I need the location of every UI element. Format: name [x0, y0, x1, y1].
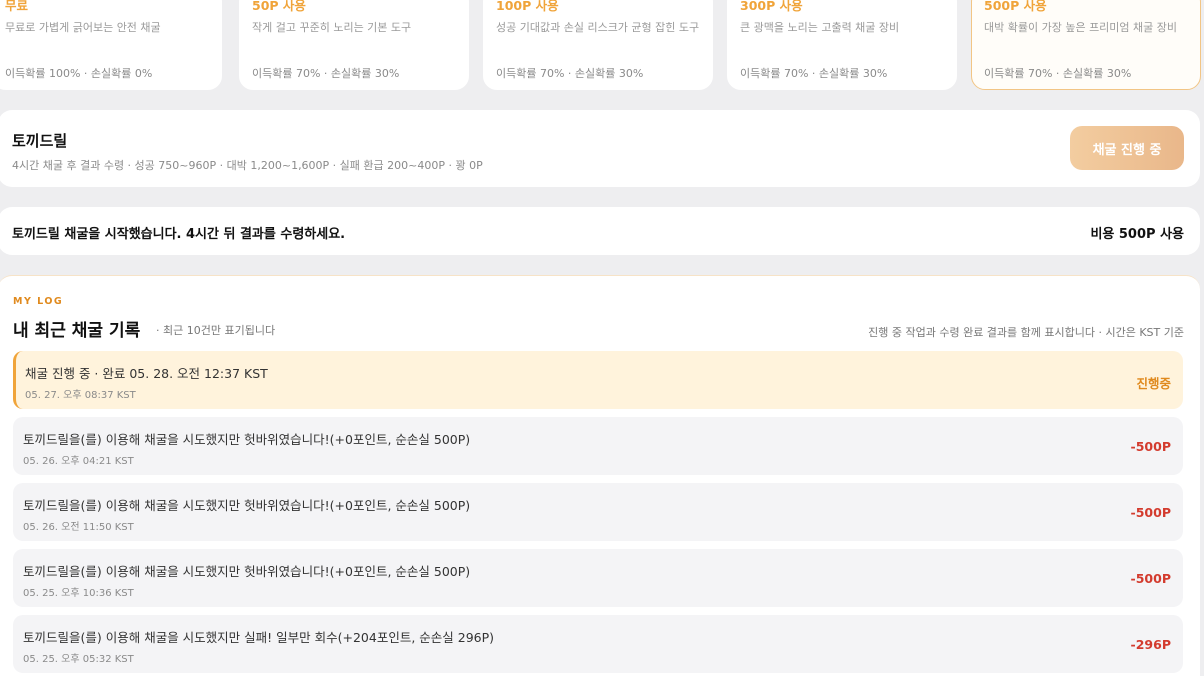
log-list: 채굴 진행 중 · 완료 05. 28. 오전 12:37 KST 05. 27… — [13, 351, 1183, 676]
log-row-amount: -500P — [1130, 439, 1171, 454]
notice-message: 토끼드릴 채굴을 시작했습니다. 4시간 뒤 결과를 수령하세요. — [12, 227, 346, 242]
log-row: 토끼드릴을(를) 이용해 채굴을 시도했지만 헛바위였습니다!(+0포인트, 순… — [13, 417, 1183, 475]
drill-info: 4시간 채굴 후 결과 수령 · 성공 750~960P · 대박 1,200~… — [12, 159, 483, 172]
tool-price: 500P 사용 — [984, 0, 1047, 13]
tool-card-free[interactable]: 무료 무료로 가볍게 긁어보는 안전 채굴 이득확률 100% · 손실확률 0… — [0, 0, 222, 90]
tool-probability: 이득확률 70% · 손실확률 30% — [496, 67, 644, 80]
tool-card-300p[interactable]: 300P 사용 큰 광맥을 노리는 고출력 채굴 장비 이득확률 70% · 손… — [727, 0, 957, 90]
log-row-time: 05. 27. 오후 08:37 KST — [25, 390, 136, 401]
tool-price: 50P 사용 — [252, 0, 306, 13]
tool-probability: 이득확률 100% · 손실확률 0% — [5, 67, 153, 80]
tool-description: 큰 광맥을 노리는 고출력 채굴 장비 — [740, 21, 900, 34]
log-row-text: 토끼드릴을(를) 이용해 채굴을 시도했지만 실패! 일부만 회수(+204포인… — [23, 630, 495, 645]
log-row-time: 05. 25. 오후 05:32 KST — [23, 654, 134, 665]
log-row-time: 05. 26. 오전 11:50 KST — [23, 522, 134, 533]
tool-card-row: 무료 무료로 가볍게 긁어보는 안전 채굴 이득확률 100% · 손실확률 0… — [0, 0, 1204, 90]
log-subtitle: · 최근 10건만 표기됩니다 — [156, 324, 276, 337]
log-row-text: 토끼드릴을(를) 이용해 채굴을 시도했지만 헛바위였습니다!(+0포인트, 순… — [23, 432, 471, 447]
tool-description: 무료로 가볍게 긁어보는 안전 채굴 — [5, 21, 161, 34]
log-row-text: 토끼드릴을(를) 이용해 채굴을 시도했지만 헛바위였습니다!(+0포인트, 순… — [23, 498, 471, 513]
log-row-time: 05. 26. 오후 04:21 KST — [23, 456, 134, 467]
status-notice: 토끼드릴 채굴을 시작했습니다. 4시간 뒤 결과를 수령하세요. 비용 500… — [0, 207, 1200, 255]
tool-card-50p[interactable]: 50P 사용 작게 걸고 꾸준히 노리는 기본 도구 이득확률 70% · 손실… — [239, 0, 469, 90]
tool-description: 작게 걸고 꾸준히 노리는 기본 도구 — [252, 21, 412, 34]
tool-price: 무료 — [5, 0, 29, 13]
log-row: 채굴 진행 중 · 완료 05. 28. 오전 12:37 KST 05. 27… — [13, 351, 1183, 409]
log-eyebrow: MY LOG — [13, 296, 64, 307]
log-row: 토끼드릴을(를) 이용해 채굴을 시도했지만 헛바위였습니다!(+0포인트, 순… — [13, 483, 1183, 541]
log-row-status: 진행중 — [1136, 376, 1171, 391]
tool-price: 300P 사용 — [740, 0, 803, 13]
log-row-text: 토끼드릴을(를) 이용해 채굴을 시도했지만 헛바위였습니다!(+0포인트, 순… — [23, 564, 471, 579]
log-row: 토끼드릴을(를) 이용해 채굴을 시도했지만 헛바위였습니다!(+0포인트, 순… — [13, 549, 1183, 607]
mining-in-progress-button[interactable]: 채굴 진행 중 — [1070, 126, 1184, 170]
log-row: 토끼드릴을(를) 이용해 채굴을 시도했지만 실패! 일부만 회수(+204포인… — [13, 615, 1183, 673]
tool-price: 100P 사용 — [496, 0, 559, 13]
tool-description: 대박 확률이 가장 높은 프리미엄 채굴 장비 — [984, 21, 1178, 34]
selected-drill-panel: 토끼드릴 4시간 채굴 후 결과 수령 · 성공 750~960P · 대박 1… — [0, 110, 1200, 187]
log-row-amount: -500P — [1130, 505, 1171, 520]
tool-probability: 이득확률 70% · 손실확률 30% — [740, 67, 888, 80]
tool-description: 성공 기대값과 손실 리스크가 균형 잡힌 도구 — [496, 21, 700, 34]
notice-cost: 비용 500P 사용 — [1090, 227, 1184, 242]
log-row-time: 05. 25. 오후 10:36 KST — [23, 588, 134, 599]
log-row-amount: -500P — [1130, 571, 1171, 586]
log-row-amount: -296P — [1130, 637, 1171, 652]
tool-card-100p[interactable]: 100P 사용 성공 기대값과 손실 리스크가 균형 잡힌 도구 이득확률 70… — [483, 0, 713, 90]
tool-card-500p[interactable]: 500P 사용 대박 확률이 가장 높은 프리미엄 채굴 장비 이득확률 70%… — [971, 0, 1201, 90]
log-row-text: 채굴 진행 중 · 완료 05. 28. 오전 12:37 KST — [25, 366, 268, 381]
tool-probability: 이득확률 70% · 손실확률 30% — [984, 67, 1132, 80]
mining-log-section: MY LOG 내 최근 채굴 기록 · 최근 10건만 표기됩니다 진행 중 작… — [0, 275, 1200, 676]
tool-probability: 이득확률 70% · 손실확률 30% — [252, 67, 400, 80]
drill-name: 토끼드릴 — [12, 132, 68, 150]
log-note: 진행 중 작업과 수령 완료 결과를 함께 표시합니다 · 시간은 KST 기준 — [868, 326, 1184, 339]
log-title: 내 최근 채굴 기록 — [13, 321, 141, 341]
